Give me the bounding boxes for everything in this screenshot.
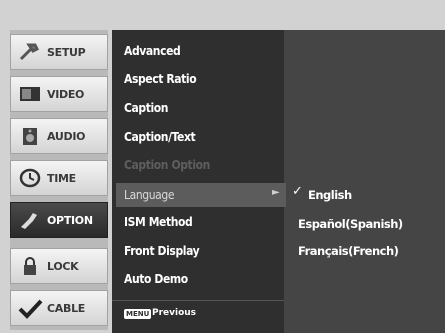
- tab-time-label: TIME: [47, 171, 76, 185]
- tab-cable-label: CABLE: [47, 301, 85, 315]
- option-english[interactable]: English: [308, 182, 352, 208]
- menu-item-auto-demo[interactable]: Auto Demo: [124, 266, 188, 292]
- tab-cable[interactable]: CABLE: [10, 290, 108, 326]
- menu-item-advanced[interactable]: Advanced: [124, 38, 181, 64]
- tab-lock-label: LOCK: [47, 259, 79, 273]
- wrench-icon: [17, 41, 43, 63]
- menu-item-language[interactable]: Language: [124, 182, 174, 208]
- tab-audio-label: AUDIO: [47, 129, 86, 143]
- option-icon: [17, 209, 43, 231]
- menu-item-front-display[interactable]: Front Display: [124, 238, 200, 264]
- clock-icon: [17, 167, 43, 189]
- tab-lock[interactable]: LOCK: [10, 248, 108, 284]
- tab-audio[interactable]: AUDIO: [10, 118, 108, 154]
- chevron-right-icon: ►: [272, 187, 280, 198]
- tab-setup[interactable]: SETUP: [10, 34, 108, 70]
- option-spanish[interactable]: Español(Spanish): [298, 211, 403, 237]
- previous-hint: Previous: [152, 308, 197, 318]
- tv-osd-screen: SETUP VIDEO AUDIO TIME OPTION LOCK CABLE…: [0, 0, 445, 333]
- tab-setup-label: SETUP: [47, 45, 86, 59]
- menu-item-caption[interactable]: Caption: [124, 95, 169, 121]
- tab-option[interactable]: OPTION: [10, 202, 108, 238]
- checkmark-icon: ✓: [292, 184, 303, 199]
- footer-divider: [112, 300, 284, 301]
- menu-item-caption-text[interactable]: Caption/Text: [124, 124, 196, 150]
- menu-key-icon: MENU: [124, 309, 152, 319]
- menu-item-caption-option: Caption Option: [124, 158, 210, 172]
- tab-video[interactable]: VIDEO: [10, 76, 108, 112]
- monitor-icon: [17, 83, 43, 105]
- lock-icon: [17, 255, 43, 277]
- tab-video-label: VIDEO: [47, 87, 85, 101]
- checkmark-icon: [17, 297, 43, 319]
- menu-item-ism-method[interactable]: ISM Method: [124, 209, 193, 235]
- tab-option-label: OPTION: [47, 213, 93, 227]
- speaker-icon: [17, 125, 43, 147]
- menu-item-aspect-ratio[interactable]: Aspect Ratio: [124, 66, 197, 92]
- option-french[interactable]: Français(French): [298, 238, 399, 264]
- tab-time[interactable]: TIME: [10, 160, 108, 196]
